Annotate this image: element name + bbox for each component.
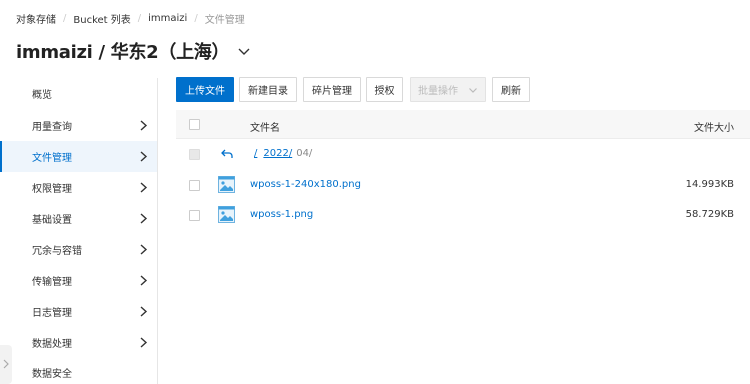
sidebar-item-usage[interactable]: 用量查询	[0, 110, 157, 141]
breadcrumb-object-storage[interactable]: 对象存储	[16, 11, 56, 26]
path-current: 04/	[296, 148, 313, 159]
file-name-link[interactable]: wposs-1.png	[250, 209, 313, 220]
table-row: wposs-1.png 58.729KB	[176, 200, 750, 231]
chevron-right-icon	[140, 306, 148, 317]
page-title-text: immaizi / 华东2（上海）	[16, 42, 230, 63]
authorize-button[interactable]: 授权	[366, 77, 403, 102]
breadcrumb-bucket-list[interactable]: Bucket 列表	[73, 11, 130, 26]
sidebar-item-redundancy[interactable]: 冗余与容错	[0, 234, 157, 265]
sidebar-item-overview[interactable]: 概览	[0, 78, 157, 109]
page-title[interactable]: immaizi / 华东2（上海）	[16, 39, 251, 63]
batch-operations-label: 批量操作	[418, 86, 458, 97]
sidebar-item-label: 传输管理	[32, 277, 72, 288]
sidebar-item-permissions[interactable]: 权限管理	[0, 172, 157, 203]
table-row-parent-directory: / 2022/04/	[176, 139, 750, 170]
sidebar-item-label: 文件管理	[32, 153, 72, 164]
breadcrumb-separator: /	[137, 12, 142, 24]
chevron-right-icon	[140, 213, 148, 224]
refresh-button[interactable]: 刷新	[492, 77, 530, 102]
chevron-right-icon	[140, 275, 148, 286]
image-file-icon	[218, 206, 235, 223]
sidebar-collapse-toggle[interactable]	[0, 345, 12, 384]
chevron-right-icon	[3, 359, 9, 369]
sidebar-item-label: 数据处理	[32, 339, 72, 350]
sidebar-item-data-processing[interactable]: 数据处理	[0, 327, 157, 358]
new-directory-button[interactable]: 新建目录	[239, 77, 297, 102]
chevron-right-icon	[140, 120, 148, 131]
chevron-down-icon[interactable]	[237, 44, 251, 58]
sidebar: 概览 用量查询 文件管理 权限管理 基础设置 冗余与容错 传输管理 日志管理 数…	[0, 78, 158, 384]
sidebar-item-file-management[interactable]: 文件管理	[0, 141, 157, 172]
path-link-root[interactable]: /	[254, 148, 257, 159]
select-all-checkbox[interactable]	[189, 119, 200, 130]
breadcrumb: 对象存储 / Bucket 列表 / immaizi / 文件管理	[16, 11, 245, 26]
breadcrumb-current: 文件管理	[204, 14, 245, 26]
column-header-name[interactable]: 文件名	[250, 119, 280, 134]
image-file-icon	[218, 176, 235, 193]
back-arrow-icon[interactable]	[220, 148, 234, 160]
sidebar-item-label: 日志管理	[32, 308, 72, 319]
upload-button[interactable]: 上传文件	[176, 77, 234, 102]
chevron-down-icon	[468, 85, 478, 95]
file-size: 14.993KB	[685, 179, 734, 190]
file-name-link[interactable]: wposs-1-240x180.png	[250, 179, 361, 190]
directory-path: / 2022/04/	[254, 148, 312, 159]
sidebar-item-label: 权限管理	[32, 184, 72, 195]
chevron-right-icon	[140, 182, 148, 193]
sidebar-item-label: 冗余与容错	[32, 246, 82, 257]
sidebar-item-transfer[interactable]: 传输管理	[0, 265, 157, 296]
chevron-right-icon	[140, 151, 148, 162]
sidebar-item-label: 数据安全	[32, 369, 72, 380]
sidebar-item-label: 用量查询	[32, 122, 72, 133]
sidebar-item-logs[interactable]: 日志管理	[0, 296, 157, 327]
batch-operations-dropdown[interactable]: 批量操作	[410, 77, 486, 102]
breadcrumb-separator: /	[63, 12, 67, 24]
path-link-folder[interactable]: 2022/	[263, 148, 292, 159]
breadcrumb-separator: /	[194, 12, 198, 24]
chevron-right-icon	[140, 337, 148, 348]
column-header-size[interactable]: 文件大小	[694, 119, 734, 134]
fragment-management-button[interactable]: 碎片管理	[303, 77, 361, 102]
breadcrumb-bucket[interactable]: immaizi	[148, 13, 187, 24]
sidebar-item-data-security[interactable]: 数据安全	[0, 357, 157, 384]
row-checkbox	[189, 149, 200, 160]
sidebar-item-label: 基础设置	[32, 215, 72, 226]
row-checkbox[interactable]	[189, 180, 200, 191]
chevron-right-icon	[140, 244, 148, 255]
table-header: 文件名 文件大小	[176, 110, 750, 139]
sidebar-item-basic-settings[interactable]: 基础设置	[0, 203, 157, 234]
table-row: wposs-1-240x180.png 14.993KB	[176, 170, 750, 201]
sidebar-item-label: 概览	[32, 90, 52, 101]
file-size: 58.729KB	[685, 209, 734, 220]
row-checkbox[interactable]	[189, 210, 200, 221]
